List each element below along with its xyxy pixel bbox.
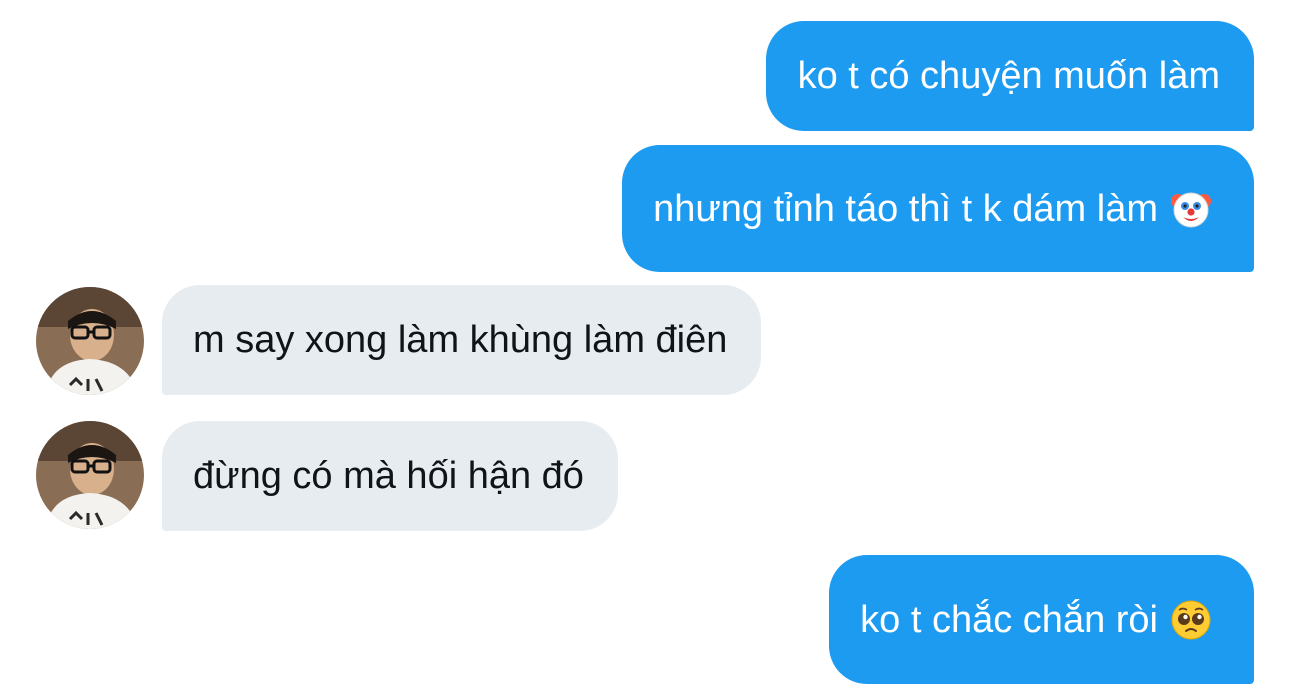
message-text: m say xong làm khùng làm điên xyxy=(193,319,728,361)
message-text: nhưng tỉnh táo thì t k dám làm xyxy=(653,187,1158,230)
user-avatar[interactable] xyxy=(36,421,144,529)
sent-message-bubble[interactable]: ko t chắc chắn ròi xyxy=(829,555,1254,684)
message-text: ko t chắc chắn ròi xyxy=(860,598,1158,641)
conversation-thread: ko t có chuyện muốn làm nhưng tỉnh táo t… xyxy=(0,0,1290,700)
received-message-bubble[interactable]: m say xong làm khùng làm điên xyxy=(162,285,762,395)
user-avatar[interactable] xyxy=(36,287,144,395)
pleading-face-emoji xyxy=(1170,599,1212,641)
message-text: đừng có mà hối hận đó xyxy=(193,455,584,497)
clown-face-emoji xyxy=(1170,188,1212,230)
sent-message-bubble[interactable]: ko t có chuyện muốn làm xyxy=(765,21,1254,131)
message-text: ko t có chuyện muốn làm xyxy=(797,55,1220,97)
received-message-bubble[interactable]: đừng có mà hối hận đó xyxy=(162,421,618,531)
sent-message-bubble[interactable]: nhưng tỉnh táo thì t k dám làm xyxy=(622,145,1254,272)
